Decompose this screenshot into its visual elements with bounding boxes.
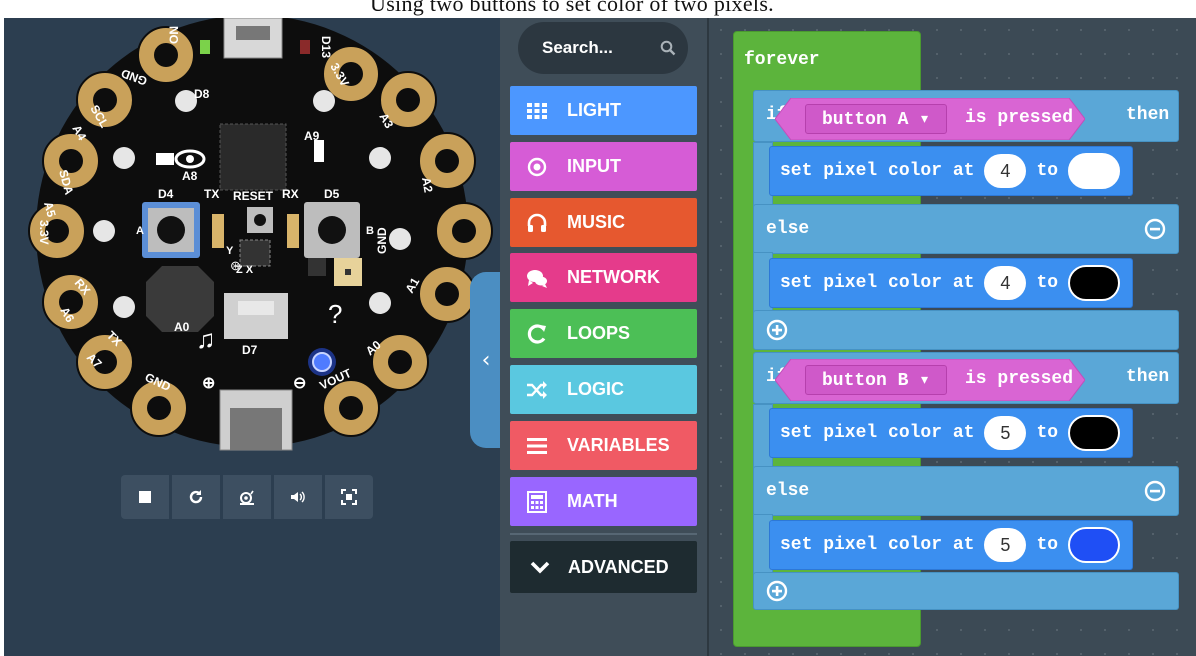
advanced-button[interactable]: ADVANCED	[510, 541, 697, 593]
svg-text:D8: D8	[194, 87, 210, 101]
category-variables[interactable]: VARIABLES	[510, 421, 697, 470]
pixel-index-field[interactable]: 4	[984, 154, 1027, 188]
shuffle-icon	[525, 378, 549, 402]
category-input[interactable]: INPUT	[510, 142, 697, 191]
svg-text:A: A	[136, 225, 144, 237]
category-music[interactable]: MUSIC	[510, 198, 697, 247]
collapse-simulator-tab[interactable]: ‹	[470, 272, 502, 448]
svg-text:GND: GND	[375, 227, 389, 254]
search-input[interactable]: Search...	[518, 22, 688, 74]
else-row-2: else	[753, 466, 1179, 516]
simulator-panel: ♫ ? ⊛ ON D13 GND D8 3.3V SCL A4 A3 A9 SD…	[4, 18, 500, 656]
category-network[interactable]: NETWORK	[510, 253, 697, 302]
blocks-workspace[interactable]: forever if then button A ▾ is pressed se…	[707, 18, 1196, 656]
svg-text:A0: A0	[174, 320, 190, 334]
pixel-index-field[interactable]: 5	[984, 528, 1027, 562]
else-row-1: else	[753, 204, 1179, 254]
calculator-icon	[525, 490, 549, 514]
slide-switch[interactable]	[224, 293, 288, 339]
svg-text:D4: D4	[158, 187, 174, 201]
category-loops[interactable]: LOOPS	[510, 309, 697, 358]
if-block-2-footer	[753, 572, 1179, 610]
chevron-down-icon	[528, 555, 552, 579]
button-b-dropdown[interactable]: button B ▾	[805, 365, 947, 395]
add-else-icon[interactable]	[766, 319, 788, 341]
music-note-icon: ♫	[196, 324, 216, 354]
svg-text:D5: D5	[324, 187, 340, 201]
category-logic[interactable]: LOGIC	[510, 365, 697, 414]
chat-icon	[525, 266, 549, 290]
slow-mode-button[interactable]	[223, 475, 271, 519]
button-a-dropdown[interactable]: button A ▾	[805, 104, 947, 134]
target-icon	[525, 155, 549, 179]
toolbox: Search... LIGHT INPUT MUSIC NETWORK LOOP…	[500, 18, 707, 656]
svg-text:ON: ON	[167, 26, 181, 44]
simulator-controls	[121, 475, 373, 519]
page-caption: Using two buttons to set color of two pi…	[0, 0, 1196, 18]
svg-text:RX: RX	[282, 187, 299, 201]
search-icon	[648, 40, 688, 56]
microcontroller-chip	[219, 123, 287, 191]
remove-else-icon[interactable]	[1144, 480, 1166, 502]
volume-icon	[291, 491, 305, 503]
category-math[interactable]: MATH	[510, 477, 697, 526]
ear-icon: ?	[328, 299, 342, 329]
loop-icon	[525, 322, 549, 346]
chevron-left-icon: ‹	[481, 347, 491, 373]
circuit-playground-board[interactable]: ♫ ? ⊛ ON D13 GND D8 3.3V SCL A4 A3 A9 SD…	[4, 18, 500, 656]
category-divider	[510, 533, 697, 535]
set-pixel-block[interactable]: set pixel color at 4 to	[769, 258, 1133, 308]
fullscreen-button[interactable]	[325, 475, 373, 519]
svg-text:RESET: RESET	[233, 189, 274, 203]
grid-icon	[525, 99, 549, 123]
add-else-icon[interactable]	[766, 580, 788, 602]
lit-pixel	[312, 352, 332, 372]
svg-text:A9: A9	[304, 129, 320, 143]
stop-button[interactable]	[121, 475, 169, 519]
refresh-icon	[189, 490, 203, 504]
svg-text:3.3V: 3.3V	[37, 220, 51, 245]
stop-icon	[139, 491, 151, 503]
set-pixel-block[interactable]: set pixel color at 5 to	[769, 408, 1133, 458]
svg-text:B: B	[366, 225, 374, 237]
svg-text:A8: A8	[182, 169, 198, 183]
svg-text:A2: A2	[419, 176, 436, 194]
button-a-pressed-condition[interactable]: button A ▾ is pressed	[775, 98, 1085, 140]
restart-button[interactable]	[172, 475, 220, 519]
svg-text:TX: TX	[204, 187, 219, 201]
button-b-pressed-condition[interactable]: button B ▾ is pressed	[775, 359, 1085, 401]
if-block-1-footer	[753, 310, 1179, 350]
svg-text:Z X: Z X	[236, 264, 254, 276]
pixel-index-field[interactable]: 4	[984, 266, 1027, 300]
minus-terminal-icon: ⊖	[293, 375, 306, 392]
category-light[interactable]: LIGHT	[510, 86, 697, 135]
set-pixel-block[interactable]: set pixel color at 5 to	[769, 520, 1133, 570]
pixel-index-field[interactable]: 5	[984, 416, 1027, 450]
remove-else-icon[interactable]	[1144, 218, 1166, 240]
color-swatch[interactable]	[1068, 265, 1121, 301]
mute-button[interactable]	[274, 475, 322, 519]
plus-terminal-icon: ⊕	[202, 375, 215, 392]
color-swatch[interactable]	[1068, 527, 1121, 563]
fullscreen-icon	[341, 489, 357, 505]
svg-text:D13: D13	[319, 36, 333, 58]
color-swatch[interactable]	[1068, 415, 1121, 451]
set-pixel-block[interactable]: set pixel color at 4 to	[769, 146, 1133, 196]
svg-text:D7: D7	[242, 343, 258, 357]
snail-icon	[240, 490, 254, 505]
svg-text:Y: Y	[226, 245, 234, 257]
headphones-icon	[525, 211, 549, 235]
color-swatch[interactable]	[1068, 153, 1121, 189]
list-icon	[525, 434, 549, 458]
